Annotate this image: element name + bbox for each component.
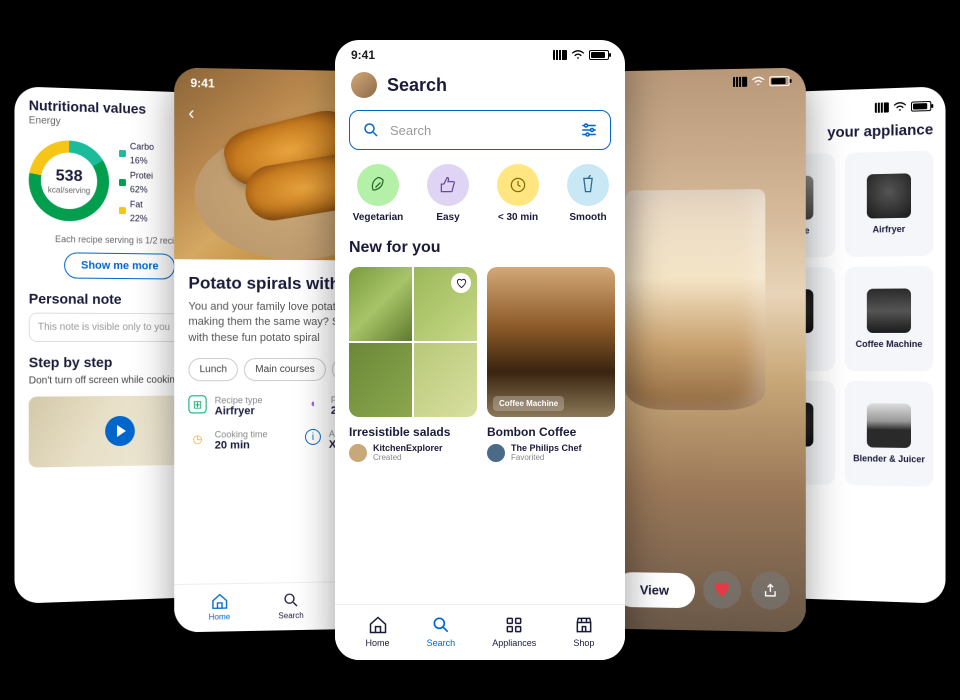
signal-icon	[875, 102, 889, 113]
chip-smoothie[interactable]: Smooth	[559, 164, 617, 223]
battery-icon	[769, 76, 789, 86]
wifi-icon	[751, 76, 765, 86]
tab-home[interactable]: Home	[209, 592, 231, 622]
coffee-machine-icon	[867, 288, 911, 333]
tab-search[interactable]: Search	[427, 615, 456, 648]
card-title: Irresistible salads	[349, 425, 477, 439]
page-title: Search	[387, 75, 447, 96]
macro-legend: Carbo16% Protei62% Fat22%	[119, 139, 154, 226]
status-bar: 9:41	[335, 40, 625, 66]
search-placeholder: Search	[390, 123, 570, 138]
chip-vegetarian[interactable]: Vegetarian	[349, 164, 407, 223]
search-icon	[362, 121, 380, 139]
latte-glass-image	[625, 189, 765, 410]
share-button[interactable]	[751, 571, 789, 610]
kcal-value: 538	[48, 167, 90, 186]
author-avatar	[487, 444, 505, 462]
calorie-donut-chart: 538 kcal/serving	[29, 140, 109, 222]
filter-icon[interactable]	[580, 121, 598, 139]
search-screen: 9:41 Search Search Vegetarian Easy < 30 …	[335, 40, 625, 660]
appliance-icon: ⊞	[188, 395, 206, 413]
tab-search[interactable]: Search	[278, 591, 303, 620]
chip-easy[interactable]: Easy	[419, 164, 477, 223]
recipe-card-coffee[interactable]: Coffee Machine Bombon Coffee The Philips…	[487, 267, 615, 462]
favorite-button[interactable]	[703, 570, 741, 609]
card-title: Bombon Coffee	[487, 425, 615, 439]
appliance-coffee[interactable]: Coffee Machine	[845, 266, 933, 371]
appliance-blender[interactable]: Blender & Juicer	[845, 381, 933, 487]
chip-time[interactable]: < 30 min	[489, 164, 547, 223]
tag-lunch[interactable]: Lunch	[188, 358, 238, 381]
appliance-badge: Coffee Machine	[493, 396, 564, 411]
prep-icon: ◐	[305, 395, 323, 413]
clock-icon	[508, 175, 528, 195]
appliance-airfryer[interactable]: Airfryer	[845, 150, 933, 256]
signal-icon	[553, 50, 567, 60]
search-input[interactable]: Search	[349, 110, 611, 150]
signal-icon	[733, 77, 747, 87]
user-avatar[interactable]	[351, 72, 377, 98]
tab-home[interactable]: Home	[366, 615, 390, 648]
coffee-image: Coffee Machine	[487, 267, 615, 417]
clock-icon: ◷	[188, 430, 206, 448]
tag-main[interactable]: Main courses	[244, 358, 325, 381]
view-button[interactable]: View	[614, 572, 695, 608]
author-avatar	[349, 444, 367, 462]
blender-icon	[867, 403, 911, 448]
airfryer-icon	[867, 173, 911, 218]
tab-shop[interactable]: Shop	[573, 615, 594, 648]
wifi-icon	[893, 102, 907, 113]
show-more-button[interactable]: Show me more	[64, 253, 175, 280]
kcal-unit: kcal/serving	[48, 185, 90, 195]
back-button[interactable]: ‹	[188, 103, 194, 124]
play-icon	[105, 416, 135, 446]
wifi-icon	[571, 50, 585, 60]
glass-icon	[578, 175, 598, 195]
thumbs-up-icon	[438, 175, 458, 195]
leaf-icon	[368, 175, 388, 195]
section-heading: New for you	[335, 239, 625, 267]
favorite-icon[interactable]	[451, 273, 471, 293]
recipe-card-salads[interactable]: Irresistible salads KitchenExplorerCreat…	[349, 267, 477, 462]
screen-toggle-label: Don't turn off screen while cooking	[29, 375, 181, 387]
salad-image	[349, 267, 477, 417]
battery-icon	[911, 101, 931, 112]
info-icon: i	[305, 429, 321, 445]
battery-icon	[589, 50, 609, 60]
tab-bar: Home Search Appliances Shop	[335, 604, 625, 660]
tab-appliances[interactable]: Appliances	[492, 615, 536, 648]
